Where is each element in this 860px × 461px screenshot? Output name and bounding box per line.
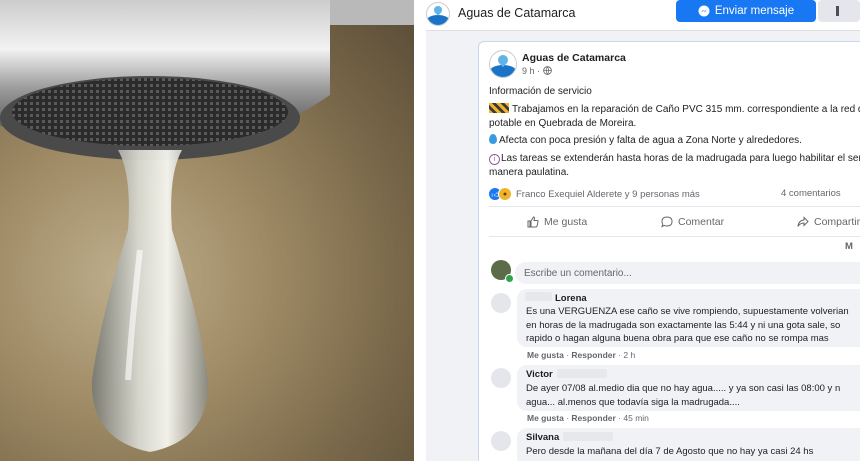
post-line-location: potable en Quebrada de Moreira. [489, 118, 637, 129]
comment-bubble: Silvana Pero desde la mañana del día 7 d… [517, 428, 860, 461]
online-status-dot [505, 274, 514, 283]
post-line-repair: Trabajamos en la reparación de Caño PVC … [489, 103, 860, 117]
actions-divider-bottom [489, 236, 860, 237]
comment-text-line: Pero desde la mañana del día 7 de Agosto… [526, 446, 814, 457]
post-author[interactable]: Aguas de Catamarca [522, 51, 626, 65]
post-card: Aguas de Catamarca 9 h · Información de … [478, 41, 860, 461]
comment-bubble: Victor De ayer 07/08 al.medio dia que no… [517, 365, 860, 411]
globe-icon [542, 66, 552, 76]
post-line-affect: Afecta con poca presión y falta de agua … [489, 134, 802, 148]
construction-icon [489, 103, 509, 113]
post-timestamp-row: 9 h · [522, 66, 552, 76]
comment-button[interactable]: Comentar [661, 212, 724, 232]
redacted-name [557, 369, 607, 378]
post-line-repair-text: Trabajamos en la reparación de Caño PVC … [512, 104, 860, 115]
comment-text-line: agua... al.menos que todavía siga la mad… [526, 397, 740, 408]
post-line-gradual: manera paulatina. [489, 167, 570, 178]
comment-icon [661, 216, 673, 228]
wow-reaction-icon: ● [498, 187, 512, 201]
facebook-panel: Aguas de Catamarca Enviar mensaje Aguas … [426, 0, 860, 461]
comment-text-line: rapido o hagan alguna buena obra para qu… [526, 333, 829, 344]
comment-input[interactable]: Escribe un comentario... [515, 262, 860, 284]
comment-time[interactable]: 45 min [623, 413, 649, 423]
more-options-button[interactable] [818, 0, 860, 22]
redacted-name [525, 292, 552, 301]
share-label: Compartir [814, 216, 860, 228]
comment-text-line: en horas de la madrugada son exactamente… [526, 320, 841, 331]
comment-bubble: Lorena Es una VERGUENZA ese caño se vive… [517, 289, 860, 347]
thumbs-up-icon [527, 216, 539, 228]
comment-reply-link[interactable]: Responder [571, 413, 615, 423]
comment-text-line: De ayer 07/08 al.medio dia que no hay ag… [526, 383, 841, 394]
like-label: Me gusta [544, 216, 588, 228]
post-line-tasks: i Las tareas se extenderán hasta horas de… [489, 152, 860, 166]
share-button[interactable]: Compartir [797, 212, 860, 232]
commenter-avatar[interactable] [491, 293, 511, 313]
send-message-label: Enviar mensaje [714, 5, 795, 17]
send-message-button[interactable]: Enviar mensaje [676, 0, 816, 22]
post-line-tasks-text: Las tareas se extenderán hasta horas de … [501, 153, 860, 164]
post-line-affect-text: Afecta con poca presión y falta de agua … [499, 135, 802, 146]
user-avatar[interactable] [491, 260, 514, 283]
page-name[interactable]: Aguas de Catamarca [458, 6, 575, 20]
comment-text-line: Es una VERGUENZA ese caño se vive rompie… [526, 306, 849, 317]
comment-time[interactable]: 2 h [623, 350, 635, 360]
post-page-avatar[interactable] [489, 50, 517, 78]
water-drop-icon [489, 134, 497, 144]
comment-reply-link[interactable]: Responder [571, 350, 615, 360]
info-icon: i [489, 154, 500, 165]
meta-separator: · [537, 66, 541, 76]
post-title-line: Información de servicio [489, 86, 592, 97]
reactions-text[interactable]: Franco Exequiel Alderete y 9 personas má… [516, 189, 700, 200]
comment-author[interactable]: Victor [526, 369, 553, 380]
messenger-icon [698, 5, 710, 17]
comment-like-link[interactable]: Me gusta [527, 413, 564, 423]
panel-divider [414, 0, 426, 461]
reaction-summary[interactable]: 👍︎ ● Franco Exequiel Alderete y 9 person… [489, 187, 700, 201]
commenter-avatar[interactable] [491, 431, 511, 451]
comment-label: Comentar [678, 216, 725, 228]
commenter-avatar[interactable] [491, 368, 511, 388]
page-header: Aguas de Catamarca Enviar mensaje [426, 0, 860, 31]
comments-count[interactable]: 4 comentarios [781, 188, 841, 199]
comment-author[interactable]: Silvana [526, 432, 559, 443]
faucet-drop-illustration [0, 0, 414, 461]
actions-divider-top [489, 206, 860, 207]
faucet-photo [0, 0, 414, 461]
most-relevant-filter[interactable]: M [845, 241, 853, 252]
comment-actions: Me gusta · Responder · 45 min [527, 413, 649, 423]
page-logo[interactable] [426, 2, 450, 26]
share-icon [797, 216, 809, 227]
comment-actions: Me gusta · Responder · 2 h [527, 350, 636, 360]
comment-like-link[interactable]: Me gusta [527, 350, 564, 360]
like-button[interactable]: Me gusta [527, 212, 587, 232]
redacted-name [563, 432, 613, 441]
post-time[interactable]: 9 h [522, 66, 535, 76]
comment-author[interactable]: Lorena [555, 293, 587, 304]
